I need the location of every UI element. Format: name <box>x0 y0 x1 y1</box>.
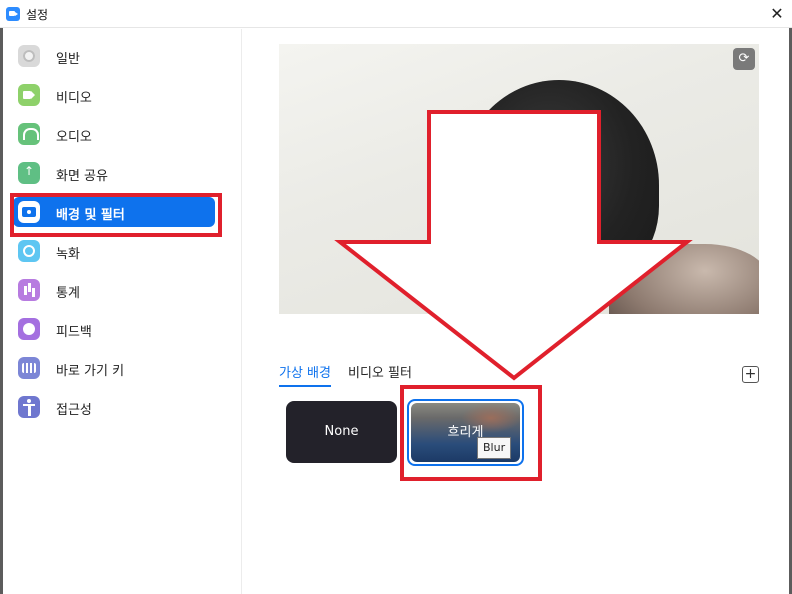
gear-icon <box>18 45 40 67</box>
keyboard-icon <box>18 357 40 379</box>
settings-sidebar: 일반 비디오 오디오 화면 공유 배경 및 필터 녹화 통계 피드백 바로 가기… <box>3 29 242 594</box>
share-screen-icon <box>18 162 40 184</box>
zoom-app-icon <box>6 7 20 21</box>
sidebar-item-label: 녹화 <box>56 247 80 262</box>
sidebar-item-label: 바로 가기 키 <box>56 364 125 379</box>
record-icon <box>18 240 40 262</box>
camera-preview: ⟳ <box>279 44 759 314</box>
sidebar-item-label: 비디오 <box>56 91 92 106</box>
background-person-icon <box>18 201 40 223</box>
sidebar-item-keyboard-shortcuts[interactable]: 바로 가기 키 <box>13 353 215 383</box>
sidebar-item-label: 일반 <box>56 52 80 67</box>
sidebar-item-feedback[interactable]: 피드백 <box>13 314 215 344</box>
sidebar-item-video[interactable]: 비디오 <box>13 80 215 110</box>
headphones-icon <box>18 123 40 145</box>
sidebar-item-general[interactable]: 일반 <box>13 41 215 71</box>
sidebar-item-label: 오디오 <box>56 130 92 145</box>
smiley-icon <box>18 318 40 340</box>
sidebar-item-label: 통계 <box>56 286 80 301</box>
preview-person-shoulder <box>609 244 759 314</box>
sidebar-item-audio[interactable]: 오디오 <box>13 119 215 149</box>
sidebar-item-statistics[interactable]: 통계 <box>13 275 215 305</box>
sidebar-item-background-filters[interactable]: 배경 및 필터 <box>13 197 215 227</box>
video-camera-icon <box>18 84 40 106</box>
window-title: 설정 <box>26 8 49 22</box>
add-background-button[interactable]: + <box>742 366 759 383</box>
rotate-camera-icon[interactable]: ⟳ <box>733 48 755 70</box>
sidebar-item-accessibility[interactable]: 접근성 <box>13 392 215 422</box>
sidebar-item-label: 피드백 <box>56 325 92 340</box>
accessibility-icon <box>18 396 40 418</box>
sidebar-item-label: 접근성 <box>56 403 92 418</box>
bar-chart-icon <box>18 279 40 301</box>
close-button[interactable]: ✕ <box>762 0 792 28</box>
tab-virtual-background[interactable]: 가상 배경 <box>279 362 331 387</box>
sidebar-item-label: 배경 및 필터 <box>56 208 125 223</box>
background-none-tile[interactable]: None <box>286 401 397 463</box>
window-title-bar: 설정 ✕ <box>0 0 792 28</box>
tab-video-filters[interactable]: 비디오 필터 <box>348 362 412 385</box>
sidebar-item-label: 화면 공유 <box>56 169 108 184</box>
sidebar-item-recording[interactable]: 녹화 <box>13 236 215 266</box>
sidebar-item-share-screen[interactable]: 화면 공유 <box>13 158 215 188</box>
blur-tooltip: Blur <box>477 437 512 459</box>
